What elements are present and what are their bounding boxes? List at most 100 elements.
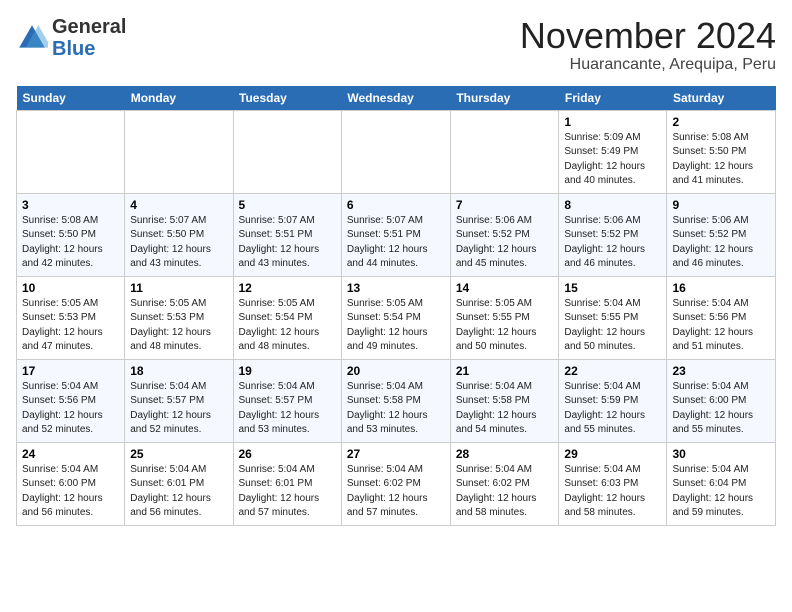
page-header: General Blue November 2024 Huarancante, … (16, 16, 776, 74)
weekday-header-saturday: Saturday (667, 86, 776, 111)
day-cell-11: 11Sunrise: 5:05 AMSunset: 5:53 PMDayligh… (125, 276, 233, 359)
day-number: 5 (239, 198, 336, 212)
day-number: 24 (22, 447, 119, 461)
day-info: Sunrise: 5:08 AMSunset: 5:50 PMDaylight:… (22, 214, 119, 272)
day-cell-16: 16Sunrise: 5:04 AMSunset: 5:56 PMDayligh… (667, 276, 776, 359)
day-info: Sunrise: 5:07 AMSunset: 5:50 PMDaylight:… (130, 214, 227, 272)
weekday-header-wednesday: Wednesday (341, 86, 450, 111)
day-number: 9 (672, 198, 770, 212)
day-info: Sunrise: 5:04 AMSunset: 5:57 PMDaylight:… (239, 380, 336, 438)
day-info: Sunrise: 5:04 AMSunset: 5:59 PMDaylight:… (564, 380, 661, 438)
day-cell-23: 23 Sunrise: 5:04 AMSunset: 6:00 PMDayligh… (667, 359, 776, 442)
day-cell-13: 13 Sunrise: 5:05 AMSunset: 5:54 PMDayligh… (341, 276, 450, 359)
day-cell-29: 29Sunrise: 5:04 AMSunset: 6:03 PMDayligh… (559, 442, 667, 525)
location: Huarancante, Arequipa, Peru (520, 56, 776, 74)
day-cell-30: 30 Sunrise: 5:04 AMSunset: 6:04 PMDayligh… (667, 442, 776, 525)
day-number: 25 (130, 447, 227, 461)
day-number: 3 (22, 198, 119, 212)
day-number: 30 (672, 447, 770, 461)
day-info: Sunrise: 5:04 AMSunset: 5:56 PMDaylight:… (22, 380, 119, 438)
day-cell-25: 25 Sunrise: 5:04 AMSunset: 6:01 PMDayligh… (125, 442, 233, 525)
day-cell-4: 4 Sunrise: 5:07 AMSunset: 5:50 PMDaylight… (125, 193, 233, 276)
day-cell-26: 26 Sunrise: 5:04 AMSunset: 6:01 PMDayligh… (233, 442, 341, 525)
week-row-3: 10 Sunrise: 5:05 AMSunset: 5:53 PMDayligh… (17, 276, 776, 359)
empty-cell (233, 110, 341, 193)
title-block: November 2024 Huarancante, Arequipa, Per… (520, 16, 776, 74)
day-number: 1 (564, 115, 661, 129)
day-info: Sunrise: 5:06 AMSunset: 5:52 PMDaylight:… (456, 214, 554, 272)
day-cell-22: 22 Sunrise: 5:04 AMSunset: 5:59 PMDayligh… (559, 359, 667, 442)
day-number: 14 (456, 281, 554, 295)
weekday-header-friday: Friday (559, 86, 667, 111)
calendar-body: 1Sunrise: 5:09 AMSunset: 5:49 PMDaylight… (17, 110, 776, 525)
day-number: 22 (564, 364, 661, 378)
day-info: Sunrise: 5:04 AMSunset: 5:55 PMDaylight:… (564, 297, 661, 355)
day-cell-10: 10Sunrise: 5:05 AMSunset: 5:53 PMDayligh… (17, 276, 125, 359)
day-info: Sunrise: 5:04 AMSunset: 6:00 PMDaylight:… (22, 463, 119, 521)
day-info: Sunrise: 5:04 AMSunset: 5:57 PMDaylight:… (130, 380, 227, 438)
day-number: 13 (347, 281, 445, 295)
day-number: 4 (130, 198, 227, 212)
week-row-4: 17 Sunrise: 5:04 AMSunset: 5:56 PMDayligh… (17, 359, 776, 442)
day-cell-7: 7 Sunrise: 5:06 AMSunset: 5:52 PMDaylight… (450, 193, 559, 276)
day-info: Sunrise: 5:04 AMSunset: 6:01 PMDaylight:… (239, 463, 336, 521)
day-cell-8: 8 Sunrise: 5:06 AMSunset: 5:52 PMDaylight… (559, 193, 667, 276)
day-info: Sunrise: 5:04 AMSunset: 5:58 PMDaylight:… (456, 380, 554, 438)
day-info: Sunrise: 5:05 AMSunset: 5:54 PMDaylight:… (239, 297, 336, 355)
weekday-header-monday: Monday (125, 86, 233, 111)
empty-cell (17, 110, 125, 193)
day-number: 17 (22, 364, 119, 378)
day-number: 10 (22, 281, 119, 295)
week-row-5: 24 Sunrise: 5:04 AMSunset: 6:00 PMDayligh… (17, 442, 776, 525)
day-cell-24: 24 Sunrise: 5:04 AMSunset: 6:00 PMDayligh… (17, 442, 125, 525)
day-number: 19 (239, 364, 336, 378)
day-cell-20: 20Sunrise: 5:04 AMSunset: 5:58 PMDayligh… (341, 359, 450, 442)
week-row-1: 1Sunrise: 5:09 AMSunset: 5:49 PMDaylight… (17, 110, 776, 193)
day-info: Sunrise: 5:04 AMSunset: 6:02 PMDaylight:… (347, 463, 445, 521)
day-number: 15 (564, 281, 661, 295)
day-info: Sunrise: 5:07 AMSunset: 5:51 PMDaylight:… (239, 214, 336, 272)
day-cell-9: 9 Sunrise: 5:06 AMSunset: 5:52 PMDaylight… (667, 193, 776, 276)
weekday-row: SundayMondayTuesdayWednesdayThursdayFrid… (17, 86, 776, 111)
day-info: Sunrise: 5:06 AMSunset: 5:52 PMDaylight:… (564, 214, 661, 272)
day-cell-3: 3 Sunrise: 5:08 AMSunset: 5:50 PMDaylight… (17, 193, 125, 276)
day-info: Sunrise: 5:04 AMSunset: 6:01 PMDaylight:… (130, 463, 227, 521)
day-cell-17: 17 Sunrise: 5:04 AMSunset: 5:56 PMDayligh… (17, 359, 125, 442)
day-number: 29 (564, 447, 661, 461)
day-number: 8 (564, 198, 661, 212)
weekday-header-sunday: Sunday (17, 86, 125, 111)
day-cell-6: 6 Sunrise: 5:07 AMSunset: 5:51 PMDaylight… (341, 193, 450, 276)
calendar-table: SundayMondayTuesdayWednesdayThursdayFrid… (16, 86, 776, 526)
day-number: 2 (672, 115, 770, 129)
month-title: November 2024 (520, 16, 776, 56)
logo-text: General Blue (52, 16, 126, 60)
day-cell-5: 5 Sunrise: 5:07 AMSunset: 5:51 PMDaylight… (233, 193, 341, 276)
day-info: Sunrise: 5:06 AMSunset: 5:52 PMDaylight:… (672, 214, 770, 272)
day-number: 26 (239, 447, 336, 461)
day-cell-12: 12 Sunrise: 5:05 AMSunset: 5:54 PMDayligh… (233, 276, 341, 359)
week-row-2: 3 Sunrise: 5:08 AMSunset: 5:50 PMDaylight… (17, 193, 776, 276)
day-cell-21: 21 Sunrise: 5:04 AMSunset: 5:58 PMDayligh… (450, 359, 559, 442)
day-cell-19: 19 Sunrise: 5:04 AMSunset: 5:57 PMDayligh… (233, 359, 341, 442)
day-number: 6 (347, 198, 445, 212)
day-info: Sunrise: 5:05 AMSunset: 5:53 PMDaylight:… (130, 297, 227, 355)
day-info: Sunrise: 5:04 AMSunset: 6:04 PMDaylight:… (672, 463, 770, 521)
day-cell-14: 14Sunrise: 5:05 AMSunset: 5:55 PMDayligh… (450, 276, 559, 359)
day-cell-28: 28 Sunrise: 5:04 AMSunset: 6:02 PMDayligh… (450, 442, 559, 525)
day-cell-15: 15 Sunrise: 5:04 AMSunset: 5:55 PMDayligh… (559, 276, 667, 359)
day-info: Sunrise: 5:04 AMSunset: 5:56 PMDaylight:… (672, 297, 770, 355)
day-number: 23 (672, 364, 770, 378)
day-info: Sunrise: 5:08 AMSunset: 5:50 PMDaylight:… (672, 131, 770, 189)
day-number: 12 (239, 281, 336, 295)
day-info: Sunrise: 5:05 AMSunset: 5:54 PMDaylight:… (347, 297, 445, 355)
day-info: Sunrise: 5:04 AMSunset: 5:58 PMDaylight:… (347, 380, 445, 438)
day-number: 7 (456, 198, 554, 212)
day-info: Sunrise: 5:04 AMSunset: 6:02 PMDaylight:… (456, 463, 554, 521)
day-cell-18: 18Sunrise: 5:04 AMSunset: 5:57 PMDayligh… (125, 359, 233, 442)
day-info: Sunrise: 5:07 AMSunset: 5:51 PMDaylight:… (347, 214, 445, 272)
day-number: 21 (456, 364, 554, 378)
day-cell-2: 2 Sunrise: 5:08 AMSunset: 5:50 PMDaylight… (667, 110, 776, 193)
day-number: 28 (456, 447, 554, 461)
empty-cell (341, 110, 450, 193)
day-info: Sunrise: 5:04 AMSunset: 6:00 PMDaylight:… (672, 380, 770, 438)
